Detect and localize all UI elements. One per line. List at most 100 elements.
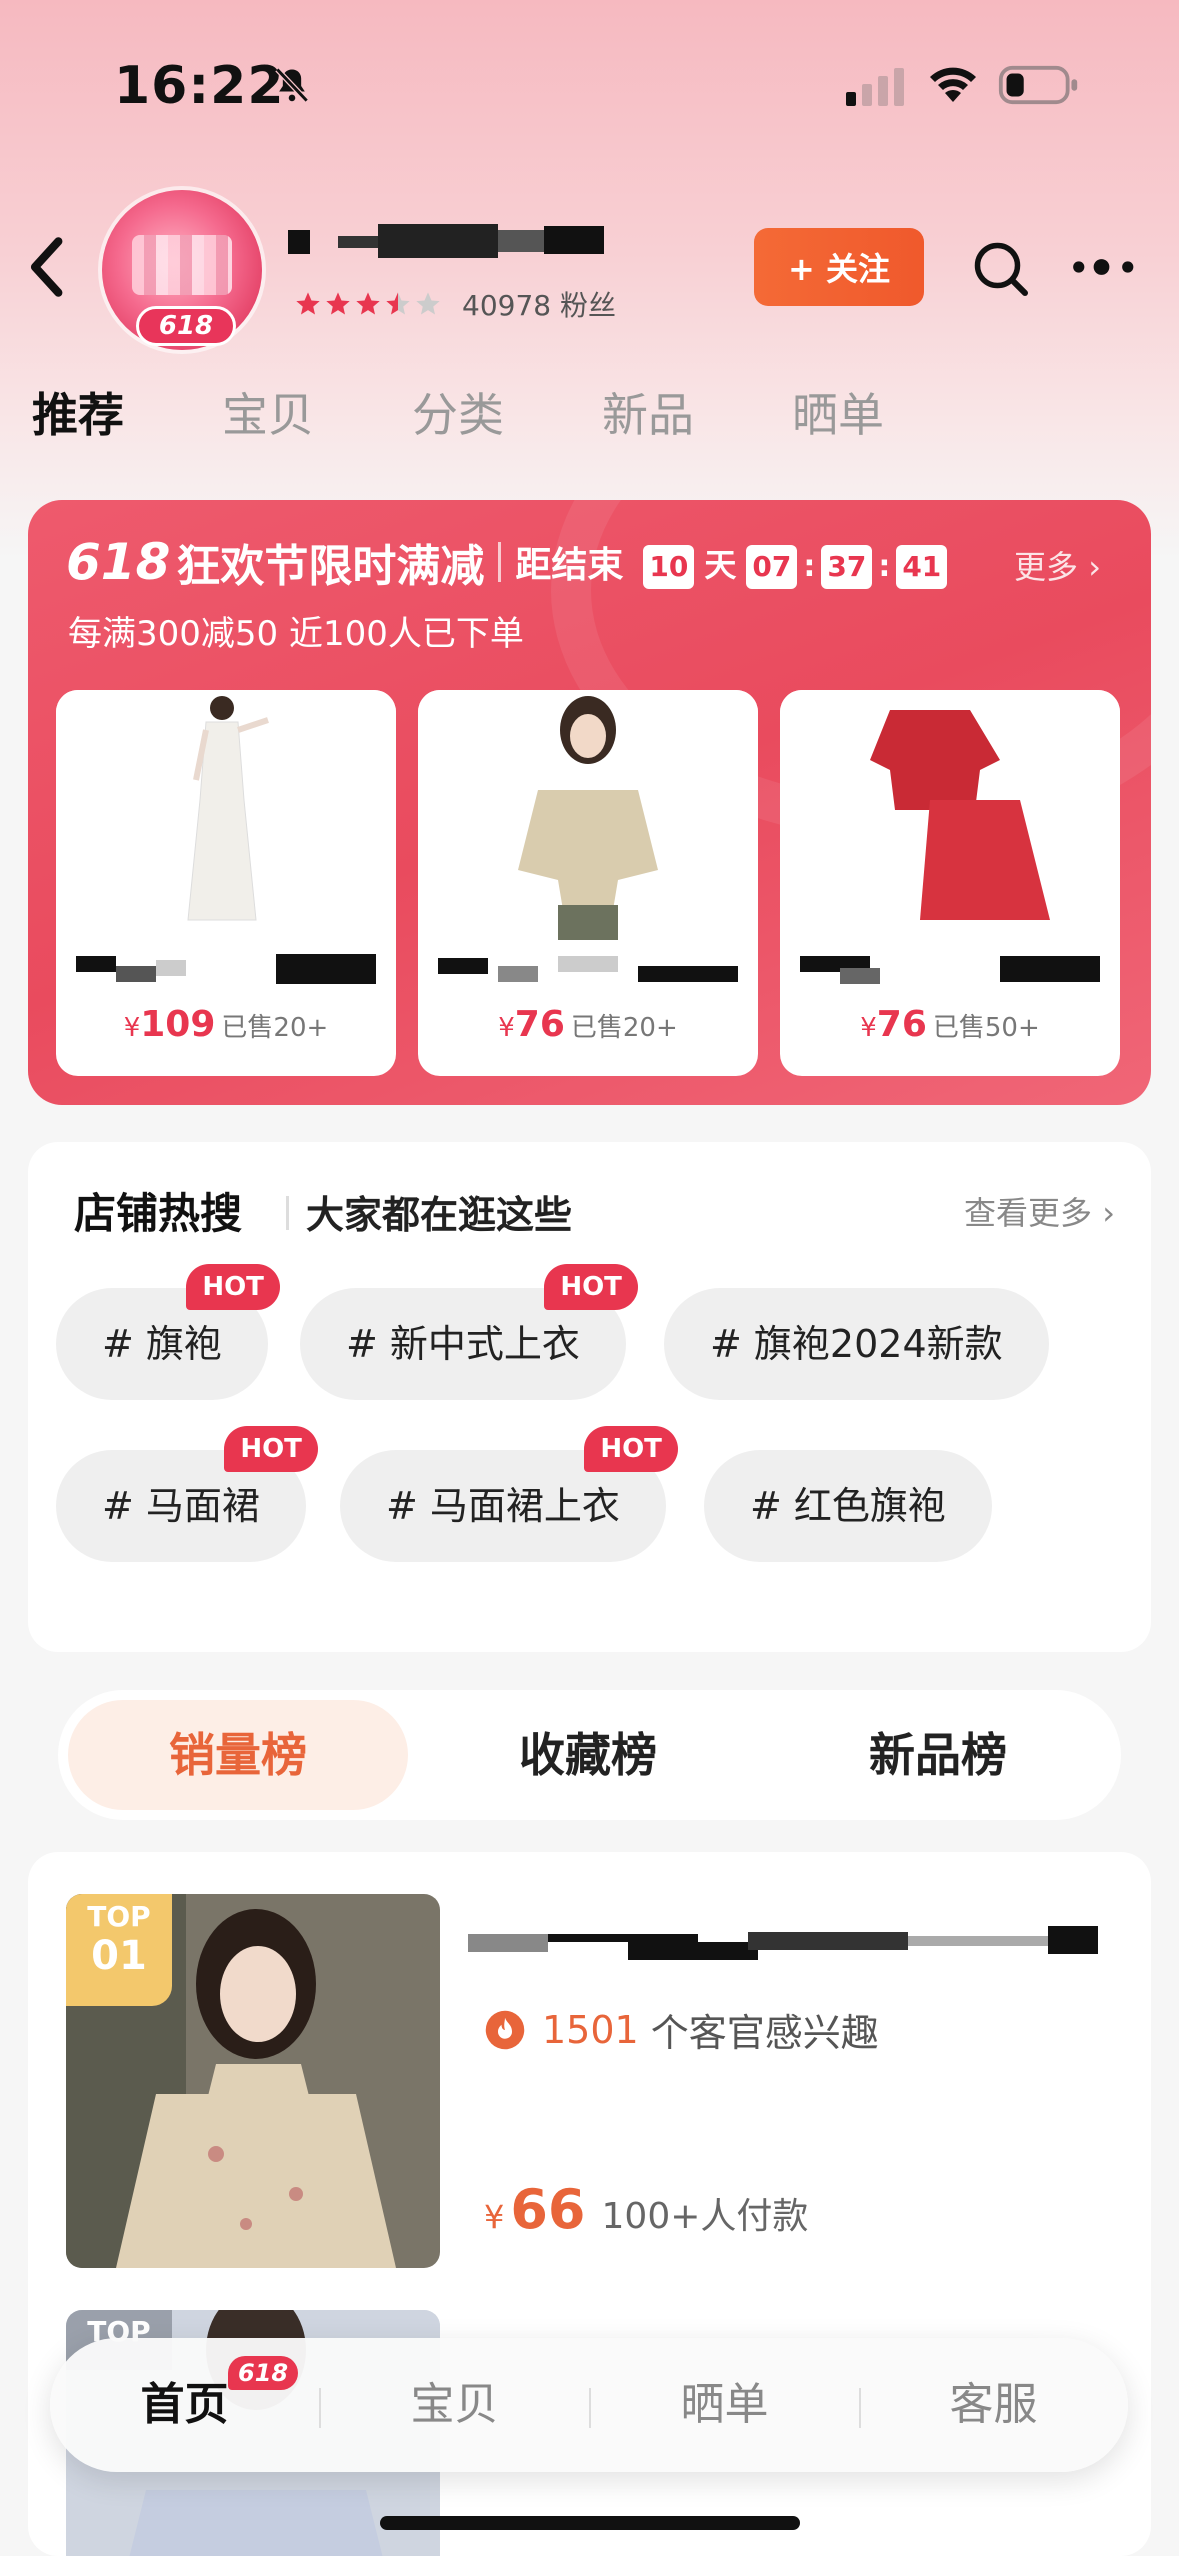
chip-label: # 新中式上衣	[346, 1322, 580, 1366]
product-name-redacted	[76, 952, 376, 992]
chip-label: # 马面裙上衣	[386, 1484, 620, 1528]
chip-label: # 马面裙	[102, 1484, 260, 1528]
home-indicator	[380, 2516, 800, 2530]
search-chip[interactable]: # 新中式上衣 HOT	[300, 1264, 638, 1400]
battery-icon	[998, 65, 1078, 105]
product-price: 76	[876, 1004, 927, 1045]
promo-title: 狂欢节限时满减	[176, 541, 485, 592]
price-currency: ¥	[498, 1013, 515, 1043]
star-empty-icon	[416, 292, 440, 315]
star-icon	[356, 292, 380, 315]
product-sold: 已售20+	[221, 1013, 329, 1043]
interest-count: 1501	[542, 2007, 639, 2052]
hot-search-more-link[interactable]: 查看更多 ›	[964, 1188, 1115, 1234]
silent-bell-icon	[275, 67, 309, 103]
promo-product-card[interactable]: ¥76 已售50+	[780, 690, 1120, 1076]
hot-search-title: 店铺热搜	[74, 1189, 243, 1238]
logo-618-badge: 618	[136, 306, 236, 346]
status-time: 16:22	[114, 56, 285, 116]
tab-sales-rank[interactable]: 销量榜	[68, 1700, 408, 1810]
promo-divider	[498, 542, 502, 582]
promo-subtitle: 每满300减50 近100人已下单	[68, 614, 524, 654]
hot-tag: HOT	[186, 1264, 280, 1310]
countdown-hours: 07	[746, 544, 798, 589]
promo-product-card[interactable]: ¥109 已售20+	[56, 690, 396, 1076]
top-label: TOP	[87, 1900, 151, 1933]
paid-count: 100+人付款	[601, 2196, 809, 2237]
product-price: 76	[514, 1004, 565, 1045]
ranking-item-name-redacted	[468, 1922, 1108, 1962]
tab-categories[interactable]: 分类	[412, 380, 504, 450]
status-bar: 16:22	[0, 0, 1179, 170]
product-image-red-outfit	[780, 690, 1120, 940]
shop-tabs: 推荐 宝贝 分类 新品 晒单	[32, 380, 982, 450]
hot-search-card: 店铺热搜 大家都在逛这些 查看更多 › # 旗袍 HOT # 新中式上衣 HOT…	[28, 1142, 1151, 1652]
countdown-minutes: 37	[821, 544, 873, 589]
bottom-navigation: 首页 618 宝贝 晒单 客服	[50, 2338, 1128, 2472]
shop-name-redacted	[288, 216, 604, 266]
hot-tag: HOT	[584, 1426, 678, 1472]
promo-product-list: ¥109 已售20+ ¥76 已售20+ ¥76 已售50+	[56, 690, 1120, 1076]
price-currency: ¥	[860, 1013, 877, 1043]
countdown-label: 距结束	[515, 545, 624, 586]
hot-search-divider	[286, 1196, 289, 1230]
top-rank-badge: TOP 01	[66, 1894, 172, 2006]
tab-reviews[interactable]: 晒单	[792, 380, 884, 450]
fans-count: 40978 粉丝	[462, 289, 616, 322]
search-chip[interactable]: # 马面裙 HOT	[56, 1426, 318, 1562]
shop-rating: 40978 粉丝	[294, 284, 616, 324]
countdown-separator: :	[803, 548, 816, 584]
product-price: 109	[140, 1004, 216, 1045]
promo-product-card[interactable]: ¥76 已售20+	[418, 690, 758, 1076]
product-sold: 已售50+	[932, 1013, 1040, 1043]
more-options-icon[interactable]	[1070, 252, 1140, 282]
nav-reviews[interactable]: 晒单	[590, 2338, 859, 2472]
promo-618-logo: 618	[66, 533, 171, 591]
follow-button[interactable]: + 关注	[754, 228, 924, 306]
shop-logo-blurred	[132, 235, 232, 295]
search-chip[interactable]: # 马面裙上衣 HOT	[340, 1426, 678, 1562]
nav-customer-service[interactable]: 客服	[859, 2338, 1128, 2472]
price-currency: ¥	[123, 1013, 141, 1043]
product-name-redacted	[800, 952, 1100, 992]
tab-recommend[interactable]: 推荐	[32, 380, 124, 450]
search-chip[interactable]: # 旗袍2024新款	[664, 1288, 1049, 1400]
chip-label: # 旗袍	[102, 1322, 222, 1366]
price-currency: ¥	[484, 2198, 505, 2236]
countdown-separator: :	[878, 548, 891, 584]
search-icon[interactable]	[970, 238, 1030, 298]
search-chip[interactable]: # 旗袍 HOT	[56, 1264, 280, 1400]
wifi-icon	[930, 67, 976, 102]
promo-title-row: 618 狂欢节限时满减 距结束 10 天 07:37:41	[66, 530, 953, 594]
rank-number: 01	[91, 1933, 147, 1979]
tab-products[interactable]: 宝贝	[222, 380, 314, 450]
hot-tag: HOT	[224, 1426, 318, 1472]
chip-label: # 红色旗袍	[750, 1484, 946, 1528]
product-image-white-dress	[56, 690, 396, 940]
nav-products[interactable]: 宝贝	[320, 2338, 589, 2472]
interest-text: 个客官感兴趣	[650, 2011, 879, 2055]
chip-label: # 旗袍2024新款	[710, 1322, 1003, 1366]
product-price-row: ¥76 已售20+	[418, 1004, 758, 1045]
hot-tag: HOT	[544, 1264, 638, 1310]
product-image-floral-blouse	[418, 690, 758, 940]
ranking-interest-row: 1501 个客官感兴趣	[484, 2002, 879, 2057]
back-chevron-icon[interactable]	[24, 232, 74, 302]
star-icon	[296, 292, 320, 315]
countdown-days: 10	[643, 544, 695, 589]
product-sold: 已售20+	[570, 1013, 678, 1043]
star-icon	[326, 292, 350, 315]
hot-search-subtitle: 大家都在逛这些	[306, 1193, 573, 1237]
flame-icon	[485, 2010, 525, 2049]
tab-new-rank[interactable]: 新品榜	[768, 1700, 1108, 1810]
product-price-row: ¥109 已售20+	[56, 1004, 396, 1045]
promo-banner[interactable]: 618 狂欢节限时满减 距结束 10 天 07:37:41 更多 › 每满300减5…	[28, 500, 1151, 1105]
half-star-icon	[386, 292, 410, 315]
tab-favorites-rank[interactable]: 收藏榜	[418, 1700, 758, 1810]
ranking-item-image[interactable]: TOP 01	[66, 1894, 440, 2268]
search-chip[interactable]: # 红色旗袍	[704, 1450, 992, 1562]
product-name-redacted	[438, 952, 738, 992]
promo-more-link[interactable]: 更多 ›	[1014, 542, 1101, 588]
tab-new[interactable]: 新品	[602, 380, 694, 450]
ranking-price: 66	[510, 2178, 586, 2241]
